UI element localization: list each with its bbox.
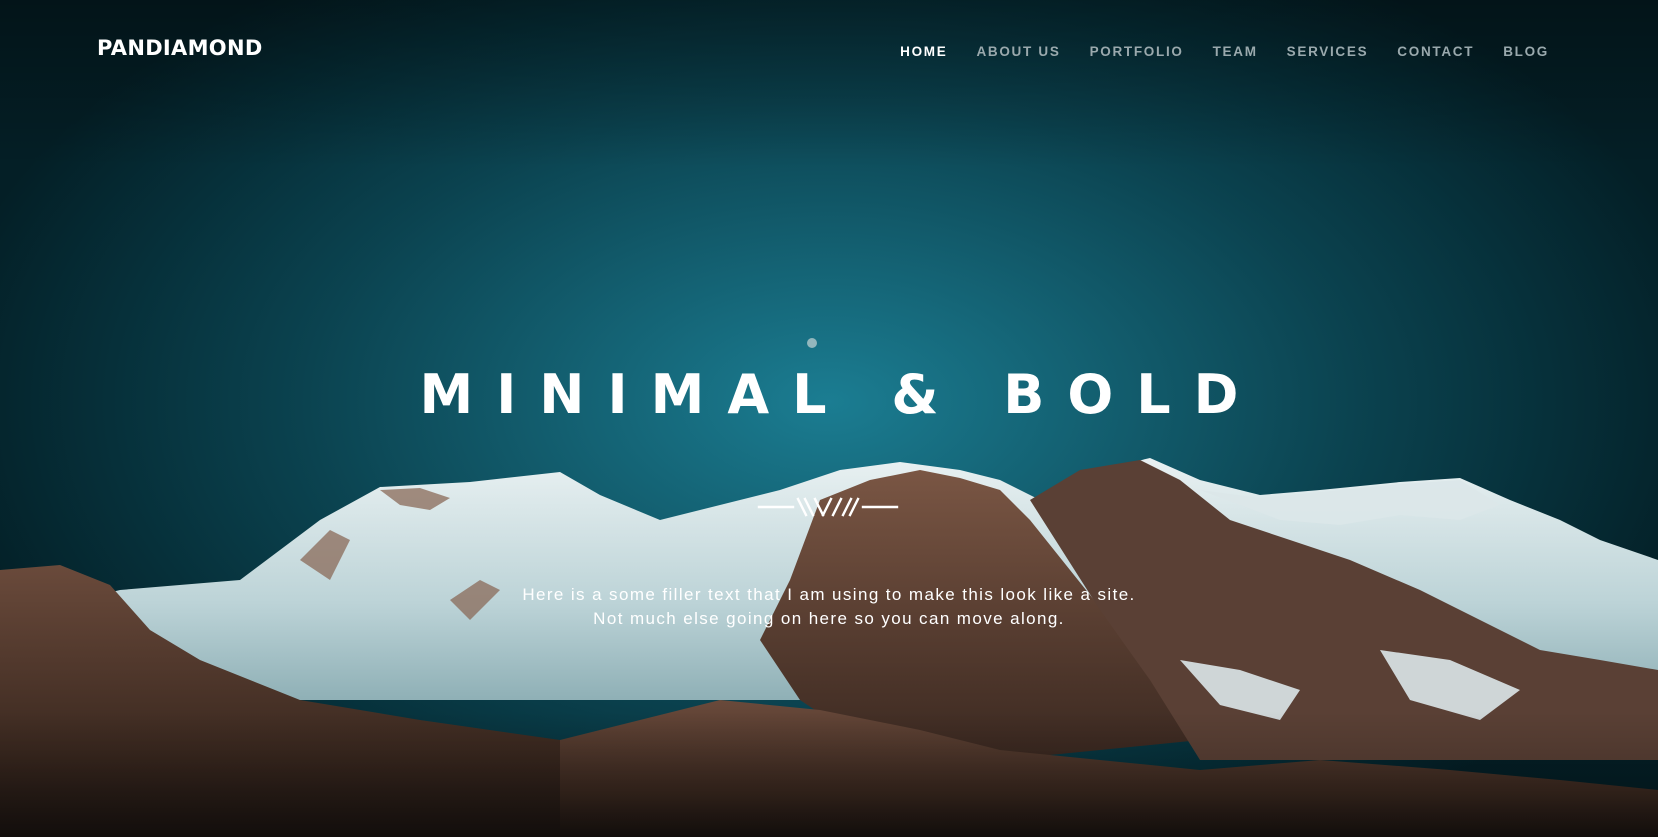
chevron-ornament-divider-icon	[757, 497, 899, 517]
hero-section: PANDIAMOND HOME ABOUT US PORTFOLIO TEAM …	[0, 0, 1658, 837]
nav-item-about-us[interactable]: ABOUT US	[976, 44, 1060, 59]
main-nav: HOME ABOUT US PORTFOLIO TEAM SERVICES CO…	[900, 43, 1549, 61]
top-navbar: PANDIAMOND HOME ABOUT US PORTFOLIO TEAM …	[0, 0, 1658, 100]
nav-item-services[interactable]: SERVICES	[1287, 44, 1369, 59]
hero-subtext-line-1: Here is a some filler text that I am usi…	[522, 585, 1136, 604]
brand-logo[interactable]: PANDIAMOND	[97, 36, 263, 60]
hero-subtext: Here is a some filler text that I am usi…	[0, 583, 1658, 631]
nav-item-portfolio[interactable]: PORTFOLIO	[1090, 44, 1184, 59]
nav-item-blog[interactable]: BLOG	[1503, 44, 1549, 59]
nav-item-contact[interactable]: CONTACT	[1397, 44, 1474, 59]
nav-item-team[interactable]: TEAM	[1213, 44, 1258, 59]
hero-subtext-line-2: Not much else going on here so you can m…	[593, 609, 1065, 628]
nav-item-home[interactable]: HOME	[900, 44, 947, 59]
hero-headline: MINIMAL & BOLD	[419, 363, 1262, 426]
